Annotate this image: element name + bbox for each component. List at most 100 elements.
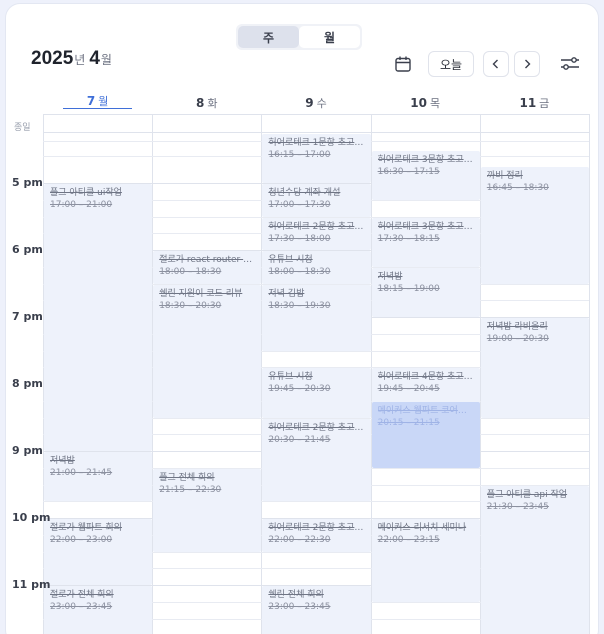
event-block[interactable]: 쉘린 지원이 코드 리뷰 18:30 – 20:30 bbox=[153, 284, 262, 418]
day-number: 11 bbox=[519, 96, 537, 110]
event-time: 17:00 – 21:00 bbox=[50, 200, 113, 210]
month-unit: 월 bbox=[100, 53, 112, 67]
event-title: 유튜브 시청 bbox=[268, 372, 313, 383]
event-block[interactable]: 절로가 react router d... 18:00 – 18:30 bbox=[153, 251, 262, 284]
hour-label: 7 pm bbox=[12, 310, 43, 323]
event-time: 17:00 – 17:30 bbox=[268, 200, 331, 210]
event-title: 쉘린 지원이 코드 리뷰 bbox=[159, 288, 243, 299]
today-button[interactable]: 오늘 bbox=[428, 51, 474, 77]
event-title: 메이커스 리서치 세미나 bbox=[377, 523, 467, 533]
year-unit: 년 bbox=[74, 53, 86, 67]
event-block[interactable]: 절로가 웹파트 회의 22:00 – 23:00 bbox=[44, 519, 153, 585]
event-block[interactable]: 허어로테크 2문항 초고 ... 17:30 – 18:00 bbox=[262, 217, 371, 250]
hour-label: 5 pm bbox=[12, 176, 43, 189]
event-title: 허어로테크 3문항 초고 ... bbox=[377, 154, 474, 165]
hour-label: 10 pm bbox=[12, 511, 51, 524]
event-time: 21:30 – 23:45 bbox=[486, 501, 549, 512]
week-grid: 플그 아티클 ui작업 17:00 – 21:00 저녁밥 21:00 – 21:45… bbox=[43, 114, 590, 634]
event-title: 절로가 react router d... bbox=[159, 255, 256, 265]
event-block[interactable]: 허어로테크 2문항 초고 ... 20:30 – 21:45 bbox=[262, 418, 371, 502]
event-block[interactable]: 메이커스 웹파트 코어타임 20:15 – 21:15 bbox=[371, 401, 480, 468]
row-divider bbox=[43, 132, 589, 133]
day-name: 목 bbox=[429, 97, 441, 110]
day-number: 7 bbox=[86, 93, 96, 108]
event-block[interactable]: 쉘린 전체 회의 23:00 – 23:45 bbox=[262, 586, 371, 634]
day-header-11[interactable]: 11 금 bbox=[500, 93, 569, 113]
calendar-icon[interactable] bbox=[392, 53, 414, 75]
event-title: 허어로테크 4문항 초고 ... bbox=[377, 372, 474, 383]
event-title: 저녁밥 라비올리 bbox=[486, 322, 548, 332]
event-time: 20:15 – 21:15 bbox=[377, 417, 440, 428]
page-title: 2025 년 4 월 bbox=[31, 48, 116, 70]
event-title: 플그 아티클 ui작업 bbox=[50, 188, 122, 198]
event-block[interactable]: 허어로테크 2문항 초고 ... 22:00 – 22:30 bbox=[262, 519, 371, 552]
hour-label: 11 pm bbox=[12, 578, 51, 591]
event-time: 16:30 – 17:15 bbox=[377, 166, 440, 177]
calendar-app: 주 월 2025 년 4 월 오늘 종일 플그 아티클 ui작업 17:00 –… bbox=[6, 4, 598, 634]
day-header-7[interactable]: 7월 bbox=[63, 93, 133, 109]
hour-label: 8 pm bbox=[12, 377, 43, 390]
event-block[interactable]: 저녁밥 라비올리 19:00 – 20:30 bbox=[480, 318, 589, 418]
event-block[interactable]: 저녁밥 18:15 – 19:00 bbox=[371, 267, 480, 317]
year-value: 2025 bbox=[31, 48, 74, 69]
event-time: 16:15 – 17:00 bbox=[268, 149, 331, 160]
event-time: 22:00 – 23:00 bbox=[50, 535, 113, 545]
event-time: 18:00 – 18:30 bbox=[159, 267, 222, 277]
event-block[interactable]: 절로가 전체 회의 23:00 – 23:45 bbox=[44, 586, 153, 634]
event-block[interactable]: 까비 정리 16:45 – 18:30 bbox=[480, 167, 589, 284]
column-divider bbox=[589, 114, 590, 634]
hour-label: 9 pm bbox=[12, 444, 43, 457]
event-time: 18:00 – 18:30 bbox=[268, 267, 331, 277]
event-block[interactable]: 허어로테크 1문항 초고 ... 16:15 – 17:00 bbox=[262, 133, 371, 183]
event-title: 플그 전체 회의 bbox=[159, 472, 215, 483]
event-title: 메이커스 웹파트 코어타임 bbox=[377, 405, 474, 416]
event-block[interactable]: 유튜브 시청 18:00 – 18:30 bbox=[262, 251, 371, 284]
event-time: 19:45 – 20:45 bbox=[377, 384, 440, 395]
month-view-button[interactable]: 월 bbox=[299, 26, 360, 48]
event-block[interactable]: 저녁밥 21:00 – 21:45 bbox=[44, 452, 153, 502]
event-title: 저녁밥 bbox=[50, 456, 75, 466]
event-block[interactable]: 허어로테크 3문항 초고 ... 17:30 – 18:15 bbox=[371, 217, 480, 267]
event-time: 21:00 – 21:45 bbox=[50, 468, 113, 478]
event-title: 유튜브 시청 bbox=[268, 255, 313, 265]
event-title: 절로가 웹파트 회의 bbox=[50, 523, 122, 533]
day-name: 화 bbox=[207, 97, 218, 110]
event-time: 18:15 – 19:00 bbox=[377, 283, 440, 294]
event-time: 18:30 – 20:30 bbox=[159, 300, 222, 311]
day-number: 8 bbox=[196, 96, 205, 110]
week-view-button[interactable]: 주 bbox=[238, 26, 299, 48]
allday-label: 종일 bbox=[14, 123, 31, 133]
event-block[interactable]: 청년수당 계좌 개설 17:00 – 17:30 bbox=[262, 184, 371, 217]
month-value: 4 bbox=[89, 48, 100, 69]
prev-week-button[interactable] bbox=[483, 51, 509, 77]
day-header-9[interactable]: 9수 bbox=[281, 93, 350, 113]
event-block[interactable]: 플그 아티클 api 작업 21:30 – 23:45 bbox=[480, 485, 589, 634]
event-time: 21:15 – 22:30 bbox=[159, 484, 222, 495]
row-divider bbox=[43, 114, 589, 115]
event-title: 저녁 김밥 bbox=[268, 288, 305, 299]
event-title: 저녁밥 bbox=[377, 271, 403, 282]
event-block[interactable]: 저녁 김밥 18:30 – 19:30 bbox=[262, 284, 371, 351]
day-name: 월 bbox=[98, 94, 109, 108]
event-block[interactable]: 플그 아티클 ui작업 17:00 – 21:00 bbox=[44, 184, 153, 451]
event-block[interactable]: 유튜브 시청 19:45 – 20:30 bbox=[262, 368, 371, 418]
day-header-10[interactable]: 10 목 bbox=[391, 93, 460, 113]
event-block[interactable]: 허어로테크 3문항 초고 ... 16:30 – 17:15 bbox=[371, 150, 480, 200]
event-block[interactable]: 플그 전체 회의 21:15 – 22:30 bbox=[153, 468, 262, 552]
event-time: 16:45 – 18:30 bbox=[486, 183, 549, 194]
event-time: 22:00 – 22:30 bbox=[268, 535, 331, 545]
event-title: 청년수당 계좌 개설 bbox=[268, 188, 341, 198]
event-time: 19:45 – 20:30 bbox=[268, 384, 331, 395]
sliders-icon[interactable] bbox=[559, 53, 581, 75]
next-week-button[interactable] bbox=[514, 51, 540, 77]
event-time: 23:00 – 23:45 bbox=[268, 602, 331, 612]
event-time: 17:30 – 18:15 bbox=[377, 233, 440, 244]
event-title: 플그 아티클 api 작업 bbox=[486, 489, 568, 500]
event-title: 허어로테크 2문항 초고 ... bbox=[268, 422, 365, 433]
day-name: 금 bbox=[539, 97, 550, 110]
event-title: 허어로테크 1문항 초고 ... bbox=[268, 137, 365, 148]
day-header-8[interactable]: 8화 bbox=[172, 93, 241, 113]
day-number: 10 bbox=[410, 96, 427, 110]
event-block[interactable]: 메이커스 리서치 세미나 22:00 – 23:15 bbox=[371, 519, 480, 602]
event-time: 22:00 – 23:15 bbox=[377, 535, 440, 545]
